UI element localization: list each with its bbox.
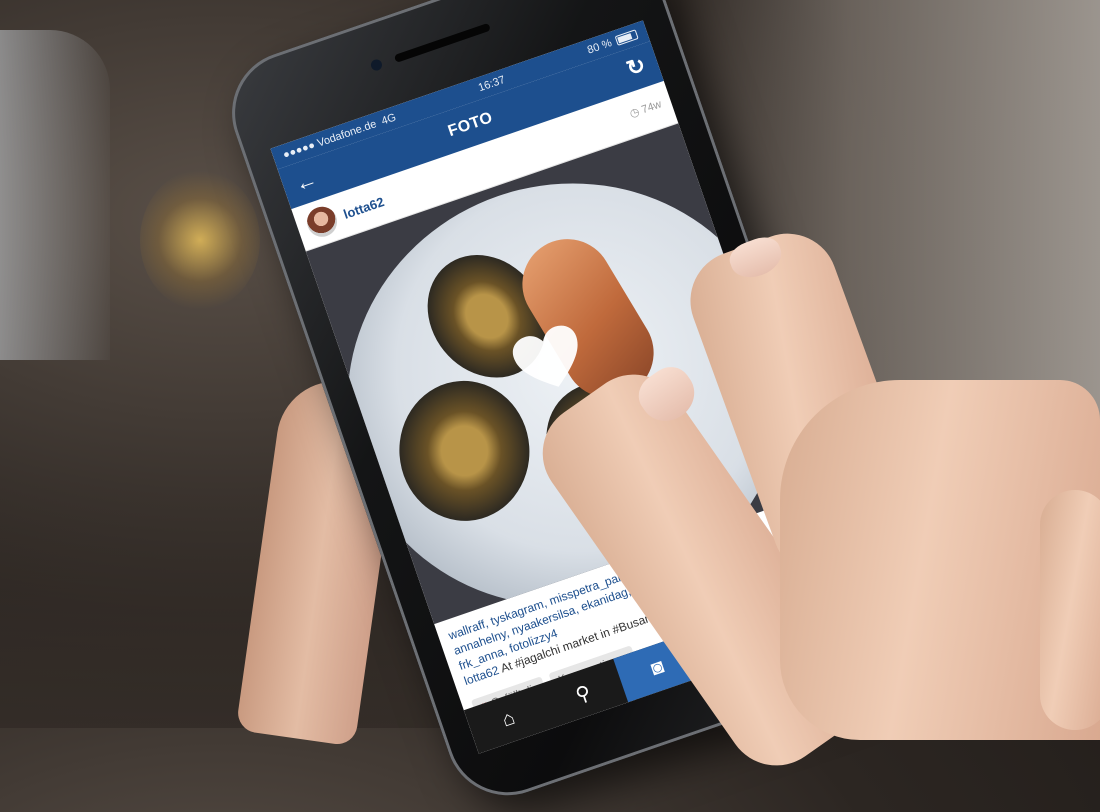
post-age: ◷ 74w [628,98,664,121]
battery-icon [614,29,639,46]
background-window [0,30,110,360]
refresh-icon[interactable]: ↻ [623,52,649,83]
battery-percent: 80 % [585,37,614,57]
arrow-left-icon[interactable]: ← [292,166,322,198]
avatar[interactable] [302,202,342,241]
background-light [140,170,260,310]
network-label: 4G [379,111,398,128]
page-title: FOTO [445,109,496,141]
ring-finger [1040,490,1100,730]
username[interactable]: lotta62 [341,194,386,222]
